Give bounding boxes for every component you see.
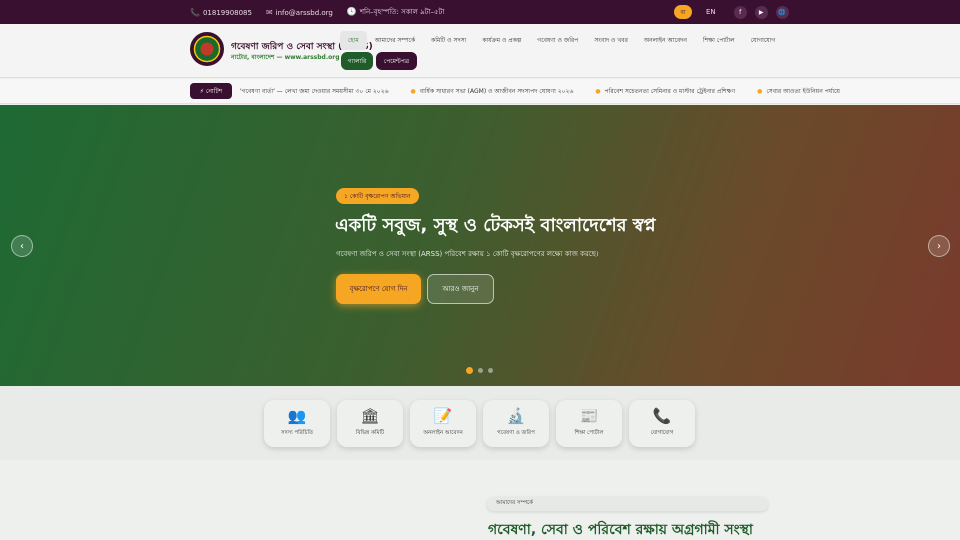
lang-bn-button[interactable]: বা (674, 5, 692, 19)
quick-links: 👥 সদস্য পরিচিতি 🏛 বিভিন্ন কমিটি 📝 অনলাইন… (0, 386, 960, 460)
learn-more-button[interactable]: আরও জানুন (427, 274, 494, 304)
join-plantation-button[interactable]: বৃক্ষরোপণে যোগ দিন (336, 274, 421, 304)
bullet-icon: ● (410, 88, 416, 95)
slide-dot-3[interactable] (488, 368, 493, 373)
lang-en-button[interactable]: EN (706, 8, 716, 16)
quick-link-label: সদস্য পরিচিতি (280, 430, 314, 436)
payment-button[interactable]: পেমেন্টপত্র (376, 52, 417, 70)
quick-link-contact[interactable]: 📞 যোগাযোগ (629, 400, 695, 447)
phone-icon: 📞 (190, 7, 200, 17)
next-slide-icon[interactable]: › (928, 235, 950, 257)
quick-link-label: গবেষণা ও জরিপ (497, 430, 535, 436)
hours-info: 🕓 শনি–বৃহস্পতি: সকাল ৯টা–৫টা (347, 6, 445, 18)
ticker-text: সেবার আওতা ইউনিয়ন পর্যায়ে (766, 88, 840, 95)
nav-contact[interactable]: যোগাযোগ (743, 31, 784, 50)
email-text: info@arssbd.org (275, 8, 333, 17)
top-bar: 📞 01819908085 ✉ info@arssbd.org 🕓 শনি–বৃহস্… (0, 0, 960, 24)
hero-title: একটি সবুজ, সুস্থ ও টেকসই বাংলাদেশের স্বপ… (335, 215, 656, 236)
ticker-item[interactable]: ● পরিবেশ সচেতনতা সেমিনার ও মাস্টার ট্রেইন… (595, 86, 735, 97)
slide-dots (466, 367, 493, 374)
microscope-icon: 🔬 (506, 407, 526, 425)
quick-link-research[interactable]: 🔬 গবেষণা ও জরিপ (483, 400, 549, 447)
site-header: গবেষণা জরিপ ও সেবা সংস্থা (ARSS) নাটোর, … (0, 24, 960, 78)
quick-link-committee[interactable]: 🏛 বিভিন্ন কমিটি (337, 400, 403, 447)
nav-about[interactable]: আমাদের সম্পর্কে (367, 31, 423, 50)
contact-info: 📞 01819908085 ✉ info@arssbd.org 🕓 শনি–বৃহস্… (190, 0, 444, 24)
bullet-icon: ● (595, 88, 601, 95)
ticker-items: 'গবেষণা বার্তা' — লেখা জমা দেওয়ার সময়স… (240, 79, 862, 104)
form-icon: 📝 (433, 407, 453, 425)
prev-slide-icon[interactable]: ‹ (11, 235, 33, 257)
building-icon: 🏛 (360, 407, 380, 425)
hero-slider: ১ কোটি বৃক্ষরোপণ অভিযান একটি সবুজ, সুস্থ… (0, 105, 960, 386)
quick-link-label: অনলাইন আবেদন (423, 430, 463, 436)
quick-link-education[interactable]: 📰 শিক্ষা পোর্টাল (556, 400, 622, 447)
notice-ticker: ⚡ নোটিশ 'গবেষণা বার্তা' — লেখা জমা দেওয়… (0, 79, 960, 104)
about-title: গবেষণা, সেবা ও পরিবেশ রক্ষায় অগ্রগামী স… (488, 522, 753, 538)
users-icon: 👥 (287, 407, 307, 425)
ticker-text: 'গবেষণা বার্তা' — লেখা জমা দেওয়ার সময়স… (240, 88, 389, 95)
quick-link-members[interactable]: 👥 সদস্য পরিচিতি (264, 400, 330, 447)
quick-link-label: যোগাযোগ (650, 430, 674, 436)
main-nav: হোম আমাদের সম্পর্কে কমিটি ও সদস্য কার্যক… (340, 31, 783, 50)
nav-research[interactable]: গবেষণা ও জরিপ (529, 31, 586, 50)
about-tag: আমাদের সম্পর্কে (487, 497, 768, 511)
notice-badge: ⚡ নোটিশ (190, 83, 232, 99)
phone-icon: 📞 (652, 407, 672, 425)
nav-education[interactable]: শিক্ষা পোর্টাল (695, 31, 743, 50)
gallery-button[interactable]: গ্যালারি (341, 52, 373, 70)
nav-home[interactable]: হোম (340, 31, 367, 50)
about-section: আমাদের সম্পর্কে গবেষণা, সেবা ও পরিবেশ রক… (0, 461, 960, 540)
clock-icon: 🕓 (346, 7, 357, 16)
nav-committee[interactable]: কমিটি ও সদস্য (423, 31, 474, 50)
facebook-icon[interactable]: f (733, 5, 747, 19)
hero-description: গবেষণা জরিপ ও সেবা সংস্থা (ARSS) পরিবেশ … (336, 250, 599, 258)
phone-info[interactable]: 📞 01819908085 (190, 8, 252, 17)
ticker-text: বার্ষিক সাধারণ সভা (AGM) ও আজীবন সদস্যপদ… (419, 88, 574, 95)
email-info[interactable]: ✉ info@arssbd.org (266, 8, 333, 17)
hours-text: শনি–বৃহস্পতি: সকাল ৯টা–৫টা (359, 8, 445, 16)
newspaper-icon: 📰 (579, 407, 599, 425)
phone-text: 01819908085 (202, 8, 252, 17)
brand-subtitle: নাটোর, বাংলাদেশ — www.arssbd.org (231, 54, 340, 61)
ticker-item[interactable]: ● সেবার আওতা ইউনিয়ন পর্যায়ে (757, 86, 840, 97)
quick-link-apply[interactable]: 📝 অনলাইন আবেদন (410, 400, 476, 447)
quick-link-label: বিভিন্ন কমিটি (355, 430, 385, 436)
nav-activities[interactable]: কার্যক্রম ও প্রকল্প (474, 31, 529, 50)
topbar-actions: বা EN f ▶ 🌐 (674, 4, 789, 20)
logo[interactable] (190, 32, 224, 66)
ticker-item[interactable]: 'গবেষণা বার্তা' — লেখা জমা দেওয়ার সময়স… (240, 86, 389, 97)
bullet-icon: ● (757, 88, 763, 95)
globe-icon[interactable]: 🌐 (775, 5, 789, 19)
youtube-icon[interactable]: ▶ (754, 5, 768, 19)
email-icon: ✉ (265, 7, 273, 17)
ticker-text: পরিবেশ সচেতনতা সেমিনার ও মাস্টার ট্রেইনা… (604, 88, 736, 95)
hero-badge: ১ কোটি বৃক্ষরোপণ অভিযান (336, 188, 419, 204)
slide-dot-1[interactable] (466, 367, 473, 374)
nav-apply[interactable]: অনলাইন আবেদন (636, 31, 695, 50)
slide-dot-2[interactable] (478, 368, 483, 373)
quick-link-label: শিক্ষা পোর্টাল (574, 430, 604, 436)
ticker-item[interactable]: ● বার্ষিক সাধারণ সভা (AGM) ও আজীবন সদস্যপ… (411, 86, 574, 97)
nav-news[interactable]: সংবাদ ও খবর (586, 31, 636, 50)
